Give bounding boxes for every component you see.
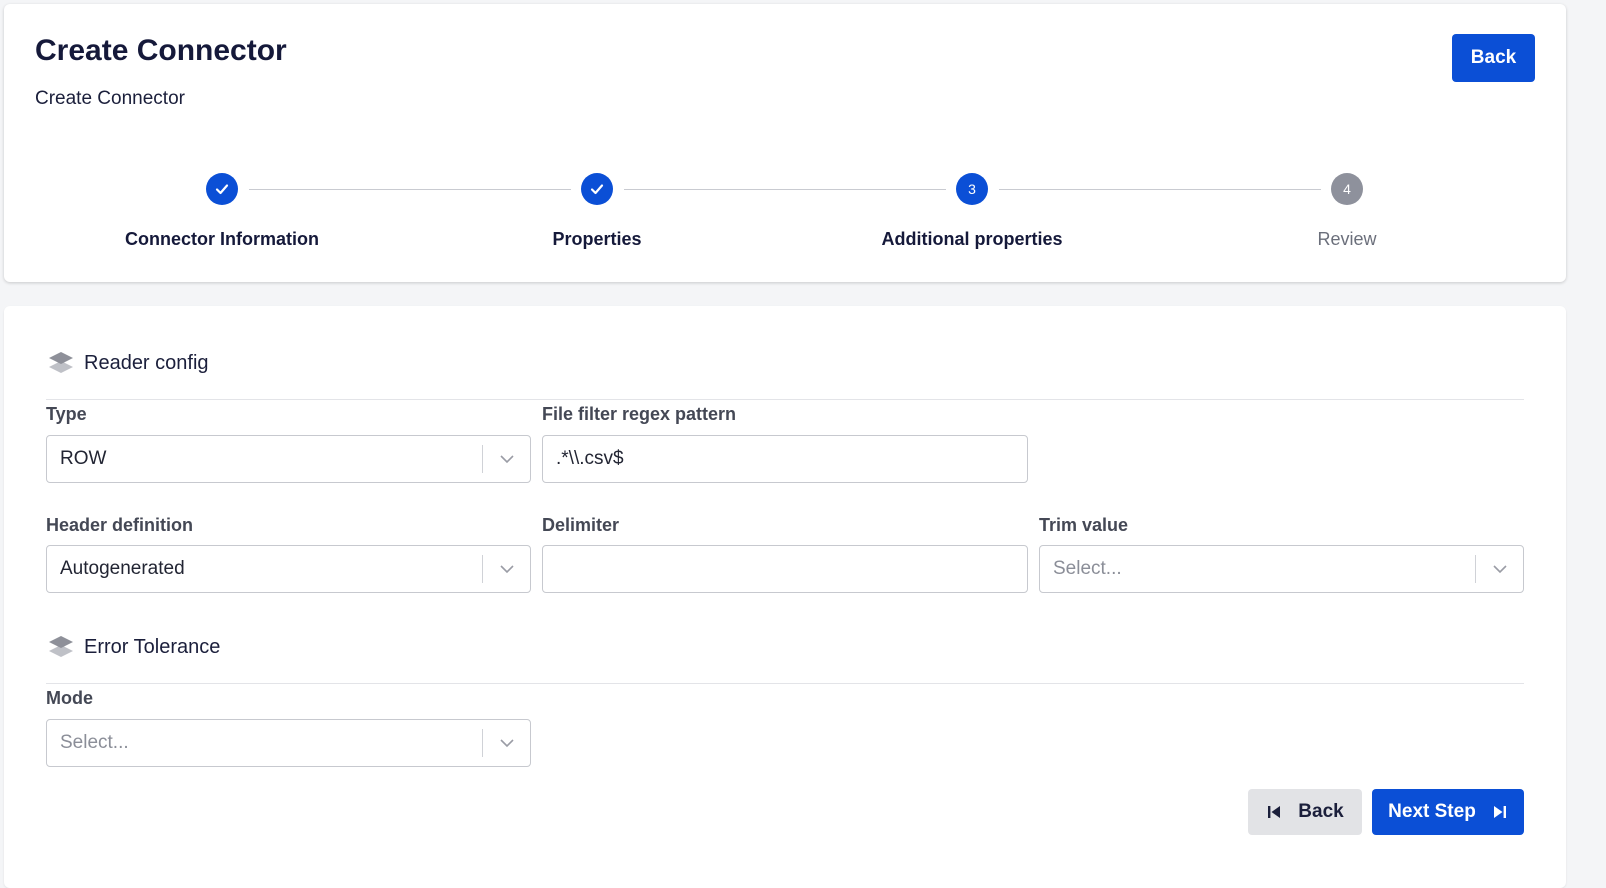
file-filter-input[interactable]: .*\\.csv$ <box>542 435 1028 483</box>
step-connector-line <box>999 189 1321 190</box>
step-1-check-icon <box>206 173 238 205</box>
delimiter-label: Delimiter <box>542 515 620 535</box>
reader-config-title: Reader config <box>84 351 209 374</box>
step-4-label: Review <box>1317 229 1377 249</box>
delimiter-input[interactable] <box>542 545 1028 593</box>
step-1-label: Connector Information <box>125 229 319 249</box>
next-step-label: Next Step <box>1388 801 1476 822</box>
header-definition-label: Header definition <box>46 515 194 535</box>
step-connector-line <box>249 189 571 190</box>
page-title: Create Connector <box>35 34 287 67</box>
error-tolerance-title: Error Tolerance <box>84 635 221 658</box>
step-connector-line <box>624 189 946 190</box>
type-select[interactable]: ROW <box>46 435 531 483</box>
layers-icon <box>49 636 73 657</box>
error-tolerance-header: Error Tolerance <box>46 632 220 662</box>
trim-value-label: Trim value <box>1039 515 1129 535</box>
type-value: ROW <box>60 448 107 469</box>
mode-label: Mode <box>46 688 93 708</box>
chevron-down-icon[interactable] <box>483 454 530 464</box>
section-divider <box>46 399 1524 400</box>
skip-back-icon <box>1268 806 1281 818</box>
back-button[interactable]: Back <box>1452 34 1535 82</box>
trim-value-select[interactable]: Select... <box>1039 545 1524 593</box>
chevron-down-icon[interactable] <box>483 738 530 748</box>
step-2-check-icon <box>581 173 613 205</box>
section-divider <box>46 683 1524 684</box>
reader-config-header: Reader config <box>46 348 209 378</box>
layers-icon <box>49 352 73 373</box>
file-filter-value: .*\\.csv$ <box>556 448 624 469</box>
header-definition-select[interactable]: Autogenerated <box>46 545 531 593</box>
type-label: Type <box>46 404 87 424</box>
trim-value-placeholder: Select... <box>1053 558 1122 579</box>
header-card: Create Connector Create Connector Back 3… <box>4 4 1566 282</box>
skip-forward-icon <box>1493 806 1506 818</box>
next-step-button[interactable]: Next Step <box>1372 789 1524 835</box>
mode-select[interactable]: Select... <box>46 719 531 767</box>
form-card: Reader config Type ROW File filter regex… <box>4 306 1566 888</box>
chevron-down-icon[interactable] <box>1476 564 1523 574</box>
mode-placeholder: Select... <box>60 732 129 753</box>
page-subtitle: Create Connector <box>35 88 185 109</box>
previous-step-button[interactable]: Back <box>1248 789 1362 835</box>
header-definition-value: Autogenerated <box>60 558 185 579</box>
step-2-label: Properties <box>552 229 642 249</box>
step-3-label: Additional properties <box>881 229 1063 249</box>
step-3-number: 3 <box>956 173 988 205</box>
previous-step-label: Back <box>1298 801 1344 822</box>
chevron-down-icon[interactable] <box>483 564 530 574</box>
file-filter-label: File filter regex pattern <box>542 404 737 424</box>
step-4-number: 4 <box>1331 173 1363 205</box>
